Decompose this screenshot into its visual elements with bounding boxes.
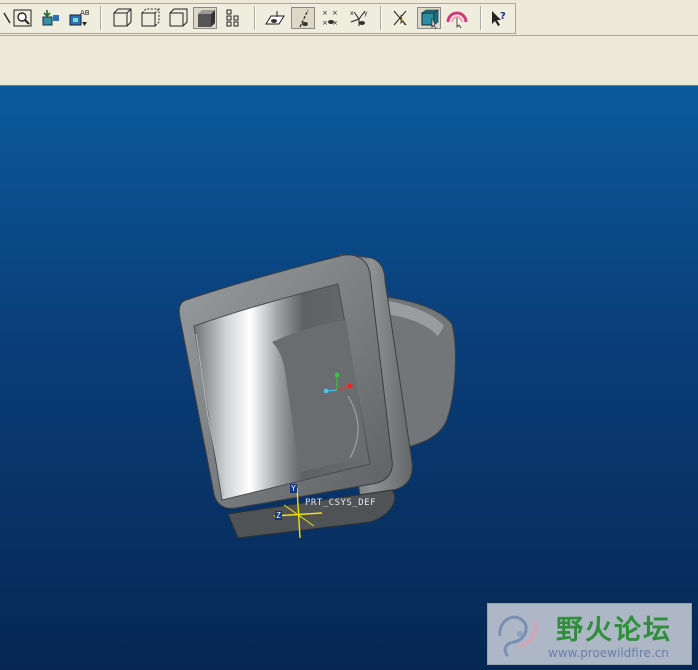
svg-text:×: × <box>322 9 328 17</box>
svg-text:AB: AB <box>80 9 90 17</box>
graphics-viewport[interactable]: Y Z PRT_CSYS_DEF <box>0 86 698 670</box>
dashboard-panel <box>0 36 698 86</box>
toolbar-separator <box>100 6 102 30</box>
toolbar-separator <box>480 6 482 30</box>
watermark-title: 野火论坛 <box>556 615 672 646</box>
model-insert-icon[interactable] <box>39 7 63 29</box>
csys-y-axis-label: Y <box>290 484 297 493</box>
datum-plane-display-icon[interactable] <box>263 7 287 29</box>
context-help-icon[interactable]: ? <box>487 7 511 29</box>
model-tree-icon[interactable] <box>221 7 245 29</box>
watermark-url: www.proewildfire.cn <box>548 646 669 660</box>
shading-icon[interactable] <box>193 7 217 29</box>
datum-point-display-icon[interactable]: × × × × <box>319 7 343 29</box>
wireframe-icon[interactable] <box>165 7 189 29</box>
toolbar-separator <box>254 6 256 30</box>
annotation-ab-icon[interactable]: AB <box>67 7 91 29</box>
model-render <box>178 253 456 539</box>
datum-axis-display-icon[interactable] <box>291 7 315 29</box>
zoom-window-icon[interactable] <box>11 7 35 29</box>
csys-display-icon[interactable]: xy <box>347 7 371 29</box>
forum-watermark: 野火论坛 www.proewildfire.cn <box>487 603 692 665</box>
main-toolbar: AB × × × × xy ? <box>0 0 698 36</box>
watermark-logo-icon <box>498 615 538 658</box>
svg-text:y: y <box>364 10 368 17</box>
toolbar-separator <box>380 6 382 30</box>
svg-text:?: ? <box>500 11 506 22</box>
svg-text:×: × <box>322 19 328 27</box>
csys-z-axis-label: Z <box>275 511 282 520</box>
hidden-line-icon[interactable] <box>109 7 133 29</box>
no-hidden-icon[interactable] <box>137 7 161 29</box>
orient-mode-icon[interactable] <box>417 7 441 30</box>
appearance-icon[interactable] <box>445 7 469 29</box>
csys-name-label: PRT_CSYS_DEF <box>305 498 377 508</box>
svg-text:x: x <box>350 10 354 17</box>
spin-center-icon[interactable] <box>389 7 413 29</box>
svg-text:×: × <box>332 9 338 17</box>
